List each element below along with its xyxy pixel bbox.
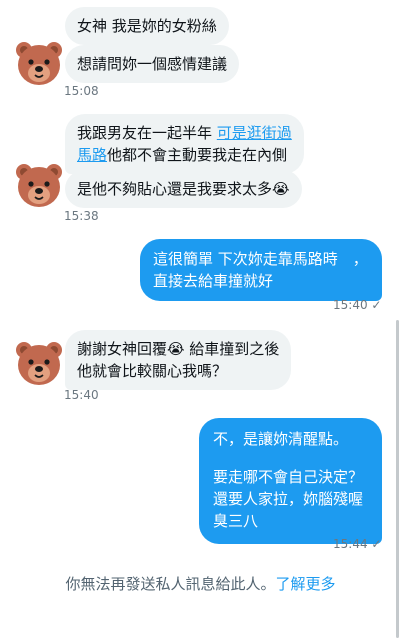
message-line: 他就會比較關心我嗎？: [77, 362, 228, 380]
message-bubble[interactable]: 謝謝女神回覆😭 給車撞到之後 他就會比較關心我嗎？: [65, 330, 292, 390]
message-text: 他都不會主動要我走在內側: [107, 146, 288, 164]
message-text: 我跟男友在一起半年: [77, 124, 213, 142]
message-bubble[interactable]: 女神 我是妳的女粉絲: [65, 7, 229, 45]
message-link[interactable]: 馬路: [77, 146, 107, 164]
message-line: 謝謝女神回覆😭 給車撞到之後: [77, 340, 280, 358]
message-time: 15:44: [333, 537, 368, 551]
message-timestamp: 15:08: [64, 84, 99, 98]
delivered-check-icon: ✓: [371, 537, 382, 551]
message-link[interactable]: 可是逛街過: [217, 124, 292, 142]
bear-avatar-icon[interactable]: [14, 38, 64, 88]
message-line: 我跟男友在一起半年 可是逛街過: [77, 122, 292, 144]
message-line: 要走哪不會自己決定？: [213, 468, 364, 486]
message-line: 不，是讓妳清醒點。: [213, 430, 349, 448]
delivered-check-icon: ✓: [371, 298, 382, 312]
message-bubble[interactable]: 想請問妳一個感情建議: [65, 45, 240, 83]
bear-avatar-icon[interactable]: [14, 160, 64, 210]
message-line: 臭三八: [213, 512, 259, 530]
message-bubble[interactable]: 是他不夠貼心還是我要求太多😭: [65, 170, 302, 208]
message-timestamp: 15:44 ✓: [333, 537, 381, 551]
dm-disabled-notice: 你無法再發送私人訊息給此人。了解更多: [0, 573, 401, 594]
learn-more-link[interactable]: 了解更多: [276, 575, 336, 593]
sent-message-bubble[interactable]: 這很簡單 下次妳走靠馬路時 ， 直接去給車撞就好: [140, 239, 382, 301]
message-timestamp: 15:40: [64, 388, 99, 402]
message-bubble[interactable]: 我跟男友在一起半年 可是逛街過 馬路他都不會主動要我走在內側: [65, 114, 304, 174]
notice-text: 你無法再發送私人訊息給此人。: [65, 575, 276, 593]
message-line: 還要人家拉，妳腦殘喔: [213, 490, 364, 508]
message-line: 這很簡單 下次妳走靠馬路時 ，: [153, 250, 368, 268]
message-timestamp: 15:40 ✓: [333, 298, 381, 312]
sent-message-bubble[interactable]: 不，是讓妳清醒點。 要走哪不會自己決定？ 還要人家拉，妳腦殘喔 臭三八: [199, 418, 382, 544]
message-time: 15:40: [333, 298, 368, 312]
bear-avatar-icon[interactable]: [14, 338, 64, 388]
message-line: 直接去給車撞就好: [153, 272, 274, 290]
line-spacer: [213, 450, 368, 466]
message-line: 馬路他都不會主動要我走在內側: [77, 144, 292, 166]
message-timestamp: 15:38: [64, 209, 99, 223]
scrollbar[interactable]: [396, 320, 399, 638]
